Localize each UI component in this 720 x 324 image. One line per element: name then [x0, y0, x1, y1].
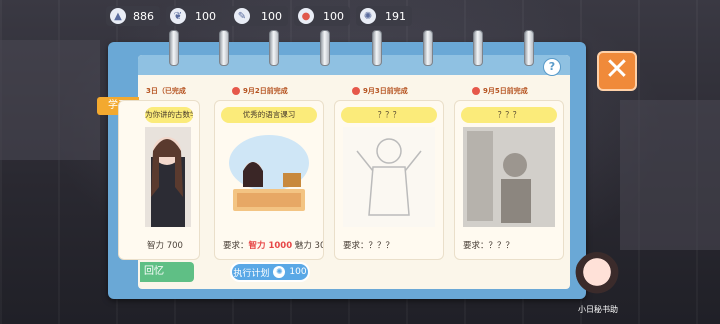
alarm-icon — [232, 87, 240, 95]
requirement-charm: 魅力 30 — [294, 241, 324, 251]
assistant-label: 小日秘书助 — [578, 305, 618, 314]
calendar-header — [138, 55, 570, 75]
resource-heart-value: 100 — [323, 9, 344, 23]
card-date-text: 3日（已完成 — [146, 87, 186, 95]
card-illustration — [343, 127, 435, 227]
requirement-label: 要求： — [223, 241, 249, 251]
card-illustration — [145, 127, 191, 227]
recall-button[interactable]: 回忆 — [140, 262, 194, 282]
execute-plan-button[interactable]: 执行计划 ✺ 100 — [230, 262, 310, 282]
binder-ring — [372, 30, 382, 66]
card-title: 为你讲的古数学吧 — [145, 107, 193, 123]
execute-plan-label: 执行计划 — [233, 268, 270, 279]
binder-ring — [169, 30, 179, 66]
requirement-intelligence: 智力 1000 — [248, 241, 293, 251]
card-title: 优秀的语言课习 — [221, 107, 317, 123]
card-date: 9月5日前完成 — [472, 86, 528, 96]
resource-leaf-value: 100 — [195, 9, 216, 23]
close-button[interactable]: ✕ — [597, 51, 637, 91]
event-card-locked[interactable]: ？？？ 要求：？？？ — [334, 100, 444, 260]
binder-ring — [524, 30, 534, 66]
assistant-avatar[interactable] — [574, 252, 620, 302]
resource-leaf: ❦ 100 — [166, 6, 222, 26]
card-date-text: 9月2日前完成 — [243, 87, 288, 95]
resource-cap-value: 886 — [133, 9, 154, 23]
bg-shelf-right — [620, 100, 720, 250]
binder-ring — [269, 30, 279, 66]
candy-icon: ✺ — [273, 266, 286, 278]
event-card-completed[interactable]: 为你讲的古数学吧 智力 700 — [118, 100, 200, 260]
resource-candy: ✺ 191 — [356, 6, 412, 26]
bg-shelf-left — [0, 40, 100, 160]
binder-ring — [423, 30, 433, 66]
locked-photo-illustration — [463, 127, 555, 227]
card-requirement: 要求：？？？ — [463, 241, 515, 251]
card-date: 3日（已完成 — [146, 86, 186, 96]
binder-ring — [320, 30, 330, 66]
pencil-icon: ✎ — [234, 8, 250, 24]
study-illustration — [229, 135, 309, 211]
card-illustration — [463, 127, 555, 227]
card-illustration — [223, 127, 315, 227]
girl-portrait-illustration — [151, 137, 185, 227]
event-card-locked[interactable]: ？？？ 要求：？？？ — [454, 100, 564, 260]
card-date: 9月3日前完成 — [352, 86, 408, 96]
resource-heart: ● 100 — [294, 6, 350, 26]
card-requirement: 要求：智力 1000 魅力 30 — [223, 239, 323, 251]
card-requirement: 要求：？？？ — [343, 241, 395, 251]
cap-icon: ▲ — [110, 8, 126, 24]
card-requirement: 智力 700 — [147, 241, 183, 251]
candy-icon: ✺ — [360, 8, 376, 24]
resource-cap: ▲ 886 — [106, 6, 160, 26]
help-button[interactable]: ? — [543, 58, 561, 76]
alarm-icon — [472, 87, 480, 95]
resource-pencil-value: 100 — [261, 9, 282, 23]
card-date-text: 9月3日前完成 — [363, 87, 408, 95]
alarm-icon — [352, 87, 360, 95]
card-date: 9月2日前完成 — [232, 86, 288, 96]
card-date-text: 9月5日前完成 — [483, 87, 528, 95]
leaf-icon: ❦ — [170, 8, 186, 24]
locked-sketch-illustration — [356, 138, 422, 216]
binder-ring — [219, 30, 229, 66]
heart-icon: ● — [298, 8, 314, 24]
card-title: ？？？ — [461, 107, 557, 123]
resource-candy-value: 191 — [385, 9, 406, 23]
card-title: ？？？ — [341, 107, 437, 123]
resource-pencil: ✎ 100 — [230, 6, 288, 26]
execute-plan-cost: 100 — [289, 267, 307, 277]
binder-ring — [473, 30, 483, 66]
event-card[interactable]: 优秀的语言课习 要求：智力 1000 魅力 30 — [214, 100, 324, 260]
